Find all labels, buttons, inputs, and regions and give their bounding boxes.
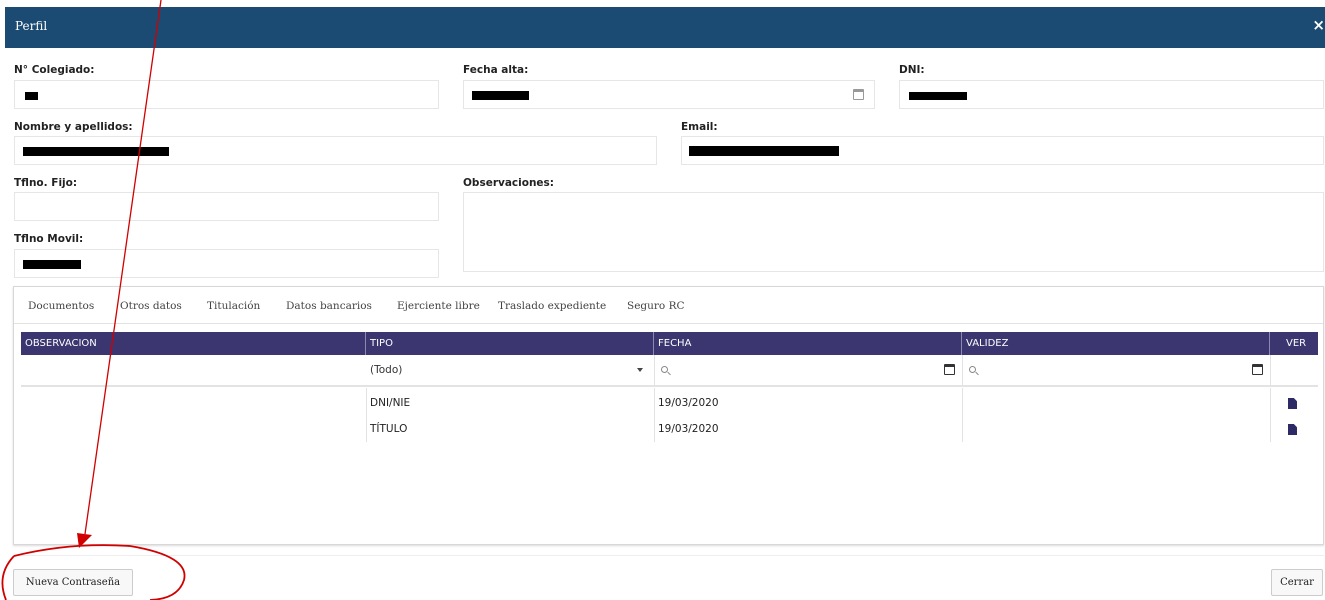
redaction-block — [23, 260, 81, 269]
email-label: Email: — [681, 121, 718, 133]
tabs-panel: Documentos Otros datos Titulación Datos … — [13, 286, 1324, 545]
tfno-fijo-field[interactable] — [14, 192, 439, 221]
tab-traslado-expediente[interactable]: Traslado expediente — [498, 300, 606, 312]
dialog-title: Perfil — [15, 19, 48, 33]
column-divider — [1270, 388, 1271, 442]
document-icon[interactable] — [1288, 398, 1297, 409]
dni-label: DNI: — [899, 64, 925, 76]
column-divider — [366, 388, 367, 442]
table-row[interactable]: TÍTULO 19/03/2020 — [21, 416, 1318, 442]
num-colegiado-field[interactable] — [14, 80, 439, 109]
tfno-movil-field[interactable] — [14, 249, 439, 278]
ver-filter-cell — [1270, 355, 1318, 385]
redaction-block — [25, 92, 38, 100]
cell-tipo: DNI/NIE — [370, 397, 411, 409]
dialog-titlebar: Perfil × — [5, 7, 1325, 48]
chevron-down-icon[interactable] — [637, 368, 643, 372]
num-colegiado-label: N° Colegiado: — [14, 64, 95, 76]
footer-divider — [13, 555, 1324, 556]
column-header-tipo[interactable]: TIPO — [366, 332, 654, 355]
nombre-field[interactable] — [14, 136, 657, 165]
validez-filter-input[interactable] — [962, 355, 1270, 385]
cell-fecha: 19/03/2020 — [658, 423, 719, 435]
fecha-alta-label: Fecha alta: — [463, 64, 529, 76]
email-field[interactable] — [681, 136, 1324, 165]
calendar-icon[interactable] — [944, 364, 955, 375]
cell-tipo: TÍTULO — [370, 423, 408, 435]
observaciones-textarea[interactable] — [463, 192, 1324, 272]
cell-validez — [962, 416, 1270, 442]
tab-bar: Documentos Otros datos Titulación Datos … — [14, 287, 1323, 324]
cell-validez — [962, 390, 1270, 416]
column-header-validez[interactable]: VALIDEZ — [962, 332, 1270, 355]
search-icon — [661, 366, 668, 373]
close-button[interactable]: Cerrar — [1271, 569, 1323, 596]
cell-observacion — [21, 416, 366, 442]
close-icon[interactable]: × — [1312, 16, 1325, 34]
grid-filter-row: (Todo) — [21, 355, 1318, 387]
cell-fecha: 19/03/2020 — [658, 397, 719, 409]
tab-documentos[interactable]: Documentos — [28, 300, 94, 312]
tab-otros-datos[interactable]: Otros datos — [120, 300, 182, 312]
search-icon — [969, 366, 976, 373]
column-header-fecha[interactable]: FECHA — [654, 332, 962, 355]
tfno-fijo-label: Tflno. Fijo: — [14, 177, 78, 189]
column-header-ver[interactable]: VER — [1270, 332, 1318, 355]
redaction-block — [909, 92, 967, 100]
document-icon[interactable] — [1288, 424, 1297, 435]
tfno-movil-label: Tflno Movil: — [14, 233, 84, 245]
new-password-button[interactable]: Nueva Contraseña — [13, 569, 133, 596]
nombre-label: Nombre y apellidos: — [14, 121, 133, 133]
grid-header: OBSERVACION TIPO FECHA VALIDEZ VER — [21, 332, 1318, 355]
table-row[interactable]: DNI/NIE 19/03/2020 — [21, 390, 1318, 416]
fecha-filter-input[interactable] — [654, 355, 962, 385]
tab-seguro-rc[interactable]: Seguro RC — [627, 300, 685, 312]
column-header-observacion[interactable]: OBSERVACION — [21, 332, 366, 355]
redaction-block — [472, 91, 529, 100]
tipo-filter-select[interactable]: (Todo) — [366, 355, 654, 385]
tab-titulacion[interactable]: Titulación — [207, 300, 260, 312]
calendar-icon[interactable] — [853, 89, 864, 100]
calendar-icon[interactable] — [1252, 364, 1263, 375]
column-divider — [654, 388, 655, 442]
observaciones-label: Observaciones: — [463, 177, 555, 189]
tipo-filter-value: (Todo) — [370, 364, 403, 376]
fecha-alta-field[interactable] — [463, 80, 875, 109]
cell-observacion — [21, 390, 366, 416]
dni-field[interactable] — [899, 80, 1324, 109]
column-divider — [962, 388, 963, 442]
redaction-block — [689, 146, 839, 156]
tab-ejerciente-libre[interactable]: Ejerciente libre — [397, 300, 480, 312]
tab-datos-bancarios[interactable]: Datos bancarios — [286, 300, 372, 312]
redaction-block — [23, 147, 169, 156]
